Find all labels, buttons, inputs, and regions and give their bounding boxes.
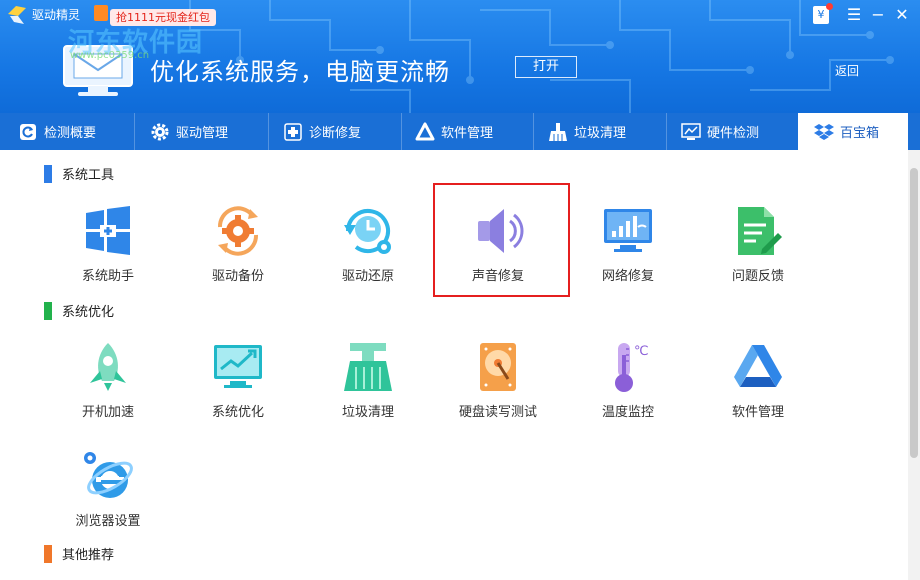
tool-label: 问题反馈 xyxy=(731,269,784,284)
tab-label: 硬件检测 xyxy=(707,126,760,141)
tab-divider xyxy=(268,113,269,150)
broom-icon xyxy=(549,122,567,141)
tab-software-management[interactable]: 软件管理 xyxy=(415,113,525,150)
section-title: 系统工具 xyxy=(62,168,115,183)
watermark-url: www.pc0359.cn xyxy=(70,50,150,61)
dropbox-icon xyxy=(814,123,834,140)
section-marker xyxy=(44,301,52,320)
ie-browser-icon xyxy=(84,452,133,498)
tool-temperature-monitor[interactable]: ℃ 温度监控 xyxy=(573,341,683,441)
tool-label: 驱动还原 xyxy=(341,269,394,284)
tool-label: 温度监控 xyxy=(601,405,654,420)
refresh-icon xyxy=(20,123,36,140)
speaker-icon xyxy=(478,209,524,253)
thermo-unit: ℃ xyxy=(634,344,649,359)
section-system-tools: 系统工具 xyxy=(44,164,114,183)
tool-label: 网络修复 xyxy=(601,269,654,284)
tab-driver-management[interactable]: 驱动管理 xyxy=(150,113,260,150)
clock-restore-icon xyxy=(344,209,391,254)
document-edit-icon xyxy=(738,207,782,255)
tool-label: 垃圾清理 xyxy=(341,405,394,420)
tool-label: 驱动备份 xyxy=(211,269,264,284)
tool-boot-accelerate[interactable]: 开机加速 xyxy=(53,341,163,441)
tool-label: 声音修复 xyxy=(471,269,524,284)
tab-divider xyxy=(401,113,402,150)
monitor-chart-icon xyxy=(681,122,701,140)
gear-icon xyxy=(151,123,169,140)
scrollbar-thumb[interactable] xyxy=(910,168,918,458)
triangle-app-icon xyxy=(415,122,435,140)
section-other-recommend: 其他推荐 xyxy=(44,544,114,563)
gear-sync-icon xyxy=(217,206,259,256)
section-title: 其他推荐 xyxy=(62,548,115,563)
tool-system-assistant[interactable]: 系统助手 xyxy=(53,205,163,305)
tool-label: 系统助手 xyxy=(81,269,134,284)
network-monitor-icon xyxy=(604,209,652,252)
red-packet-icon[interactable] xyxy=(94,5,108,21)
close-icon[interactable]: ✕ xyxy=(891,4,913,26)
section-marker xyxy=(44,544,52,563)
main-tab-bar: 检测概要 驱动管理 诊断修复 软件管理 垃圾清理 硬件检测 百宝箱 xyxy=(0,113,920,150)
tool-driver-restore[interactable]: 驱动还原 xyxy=(313,205,423,305)
tab-toolbox[interactable]: 百宝箱 xyxy=(798,113,908,150)
thermometer-icon: ℃ xyxy=(615,343,649,392)
tool-feedback[interactable]: 问题反馈 xyxy=(703,205,813,305)
tab-hardware-detect[interactable]: 硬件检测 xyxy=(681,113,791,150)
tab-diagnose-repair[interactable]: 诊断修复 xyxy=(283,113,393,150)
tab-detect-overview[interactable]: 检测概要 xyxy=(18,113,128,150)
triangle-app-icon xyxy=(734,345,782,387)
section-title: 系统优化 xyxy=(62,305,115,320)
section-marker xyxy=(44,164,52,183)
tool-label: 系统优化 xyxy=(211,405,264,420)
vertical-scrollbar[interactable] xyxy=(908,150,920,580)
tab-label: 软件管理 xyxy=(441,126,494,141)
tool-network-repair[interactable]: 网络修复 xyxy=(573,205,683,305)
tool-software-management[interactable]: 软件管理 xyxy=(703,341,813,441)
notification-dot xyxy=(826,3,833,10)
tab-label: 检测概要 xyxy=(44,126,97,141)
tab-divider xyxy=(134,113,135,150)
app-logo-icon xyxy=(8,6,26,24)
broom-icon xyxy=(344,343,392,391)
slogan-text: 优化系统服务，电脑更流畅 xyxy=(150,58,450,86)
back-link[interactable]: 返回 xyxy=(835,62,859,79)
tool-label: 软件管理 xyxy=(731,405,784,420)
windows-plus-icon xyxy=(86,206,130,255)
rocket-icon xyxy=(90,343,126,391)
tab-label: 驱动管理 xyxy=(176,126,229,141)
title-bar: 驱动精灵 抢1111元现金红包 河东软件园 www.pc0359.cn 优化系统… xyxy=(0,0,920,113)
tool-label: 硬盘读写测试 xyxy=(458,405,537,420)
tool-driver-backup[interactable]: 驱动备份 xyxy=(183,205,293,305)
tab-label: 垃圾清理 xyxy=(574,126,627,141)
tab-label: 诊断修复 xyxy=(309,126,362,141)
hard-disk-icon xyxy=(480,343,516,391)
section-system-optimize: 系统优化 xyxy=(44,301,114,320)
tool-system-optimize[interactable]: 系统优化 xyxy=(183,341,293,441)
tool-sound-repair[interactable]: 声音修复 xyxy=(443,205,553,305)
open-button[interactable]: 打开 xyxy=(515,56,577,78)
medical-cross-icon xyxy=(284,122,302,141)
tool-disk-rw-test[interactable]: 硬盘读写测试 xyxy=(443,341,553,441)
monitor-trend-icon xyxy=(214,345,262,388)
tab-divider xyxy=(666,113,667,150)
tool-label: 浏览器设置 xyxy=(75,514,141,529)
minimize-icon[interactable]: − xyxy=(867,4,889,26)
tab-label: 百宝箱 xyxy=(840,126,880,141)
tool-browser-settings[interactable]: 浏览器设置 xyxy=(53,450,163,550)
app-title: 驱动精灵 xyxy=(32,8,81,22)
tool-label: 开机加速 xyxy=(81,405,134,420)
tab-divider xyxy=(533,113,534,150)
menu-icon[interactable]: ☰ xyxy=(843,4,865,26)
tool-junk-cleanup[interactable]: 垃圾清理 xyxy=(313,341,423,441)
tab-junk-cleanup[interactable]: 垃圾清理 xyxy=(548,113,658,150)
